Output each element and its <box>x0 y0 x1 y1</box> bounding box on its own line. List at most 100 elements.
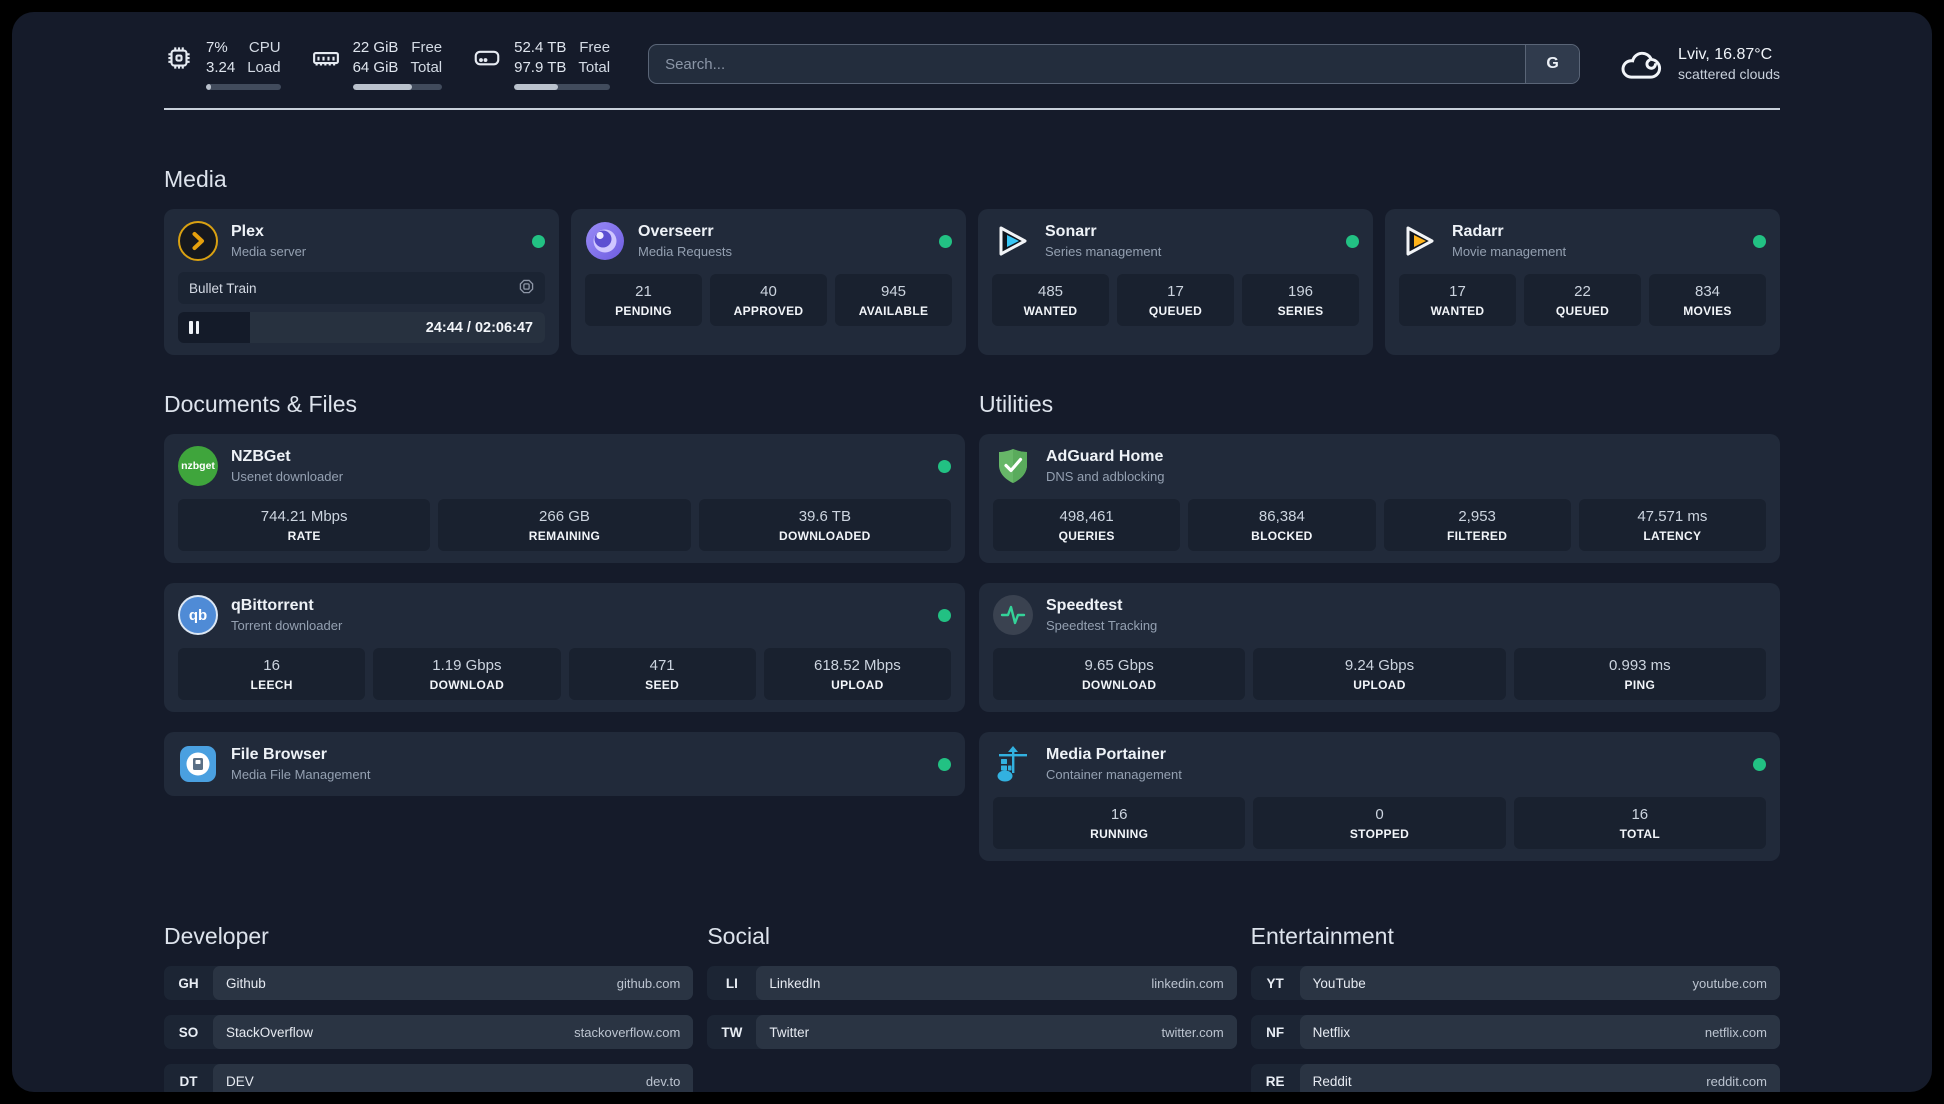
stat-label: QUERIES <box>1058 529 1115 543</box>
stat-label: DOWNLOAD <box>1081 678 1157 692</box>
stat-value: 945 <box>880 283 907 300</box>
playback-settings-icon[interactable] <box>519 279 534 297</box>
app-name: qBittorrent <box>231 597 314 614</box>
search-input[interactable] <box>649 45 1526 83</box>
nzbget-icon: nzbget <box>178 446 218 486</box>
stat-value: 86,384 <box>1258 508 1305 525</box>
cpu-load-value: 3.24 <box>206 58 236 76</box>
section-developer: Developer GH Github github.com SO StackO… <box>164 923 694 1092</box>
app-card-radarr[interactable]: Radarr Movie management 17 WANTED 22 QUE… <box>1385 209 1780 355</box>
stat-value: 9.24 Gbps <box>1344 657 1415 674</box>
app-name: AdGuard Home <box>1046 448 1164 465</box>
stat-value: 16 <box>263 657 280 674</box>
stat-label: SEED <box>645 678 680 692</box>
app-card-overseerr[interactable]: Overseerr Media Requests 21 PENDING 40 A… <box>571 209 966 355</box>
stat-tile: 1.19 Gbps DOWNLOAD <box>373 648 561 700</box>
link-url: youtube.com <box>1692 975 1767 991</box>
app-card-speedtest[interactable]: Speedtest Speedtest Tracking 9.65 Gbps D… <box>979 583 1780 712</box>
app-card-sonarr[interactable]: Sonarr Series management 485 WANTED 17 Q… <box>978 209 1373 355</box>
app-name: Overseerr <box>638 223 714 240</box>
app-card-filebrowser[interactable]: File Browser Media File Management <box>164 732 965 796</box>
link-abbr: GH <box>178 975 199 991</box>
section-entertainment: Entertainment YT YouTube youtube.com NF … <box>1250 923 1780 1092</box>
stat-value: 0.993 ms <box>1608 657 1671 674</box>
link-name: YouTube <box>1312 975 1366 991</box>
stat-label: APPROVED <box>733 304 804 318</box>
link-name: DEV <box>226 1073 254 1089</box>
stat-tile: 47.571 ms LATENCY <box>1578 499 1766 551</box>
stat-value: 1.19 Gbps <box>432 657 502 674</box>
section-media: Media Plex Media server Bullet Train 24:… <box>12 166 1932 355</box>
status-dot <box>1346 234 1359 248</box>
app-card-portainer[interactable]: Media Portainer Container management 16 … <box>979 732 1780 861</box>
stat-label: STOPPED <box>1349 827 1410 841</box>
link-name: Netflix <box>1312 1024 1351 1040</box>
disk-free-value: 52.4 TB <box>514 39 567 56</box>
app-name: Radarr <box>1452 223 1504 240</box>
stat-value: 21 <box>635 283 652 300</box>
stat-value: 39.6 TB <box>798 508 851 525</box>
stat-label: BLOCKED <box>1251 529 1313 543</box>
app-description: Series management <box>1045 244 1162 259</box>
stat-tile: 22 QUEUED <box>1524 274 1641 326</box>
stat-tile: 86,384 BLOCKED <box>1188 499 1376 551</box>
status-dot <box>938 459 951 473</box>
cpu-value: 7% <box>206 39 228 56</box>
link-row-netflix[interactable]: NF Netflix netflix.com <box>1250 1015 1780 1049</box>
app-description: Speedtest Tracking <box>1046 618 1158 633</box>
cpu-load-label: Load <box>247 58 281 76</box>
status-dot <box>1753 757 1766 771</box>
social-section-title: Social <box>707 923 770 949</box>
stat-value: 16 <box>1110 806 1128 823</box>
stat-value: 17 <box>1167 283 1184 300</box>
link-row-youtube[interactable]: YT YouTube youtube.com <box>1250 966 1780 1000</box>
cpu-stat: 7% 3.24 CPU Load <box>164 38 281 90</box>
pause-icon[interactable] <box>189 321 199 334</box>
stat-label: RUNNING <box>1090 827 1149 841</box>
stat-tile: 40 APPROVED <box>710 274 827 326</box>
stat-tile: 0 STOPPED <box>1253 797 1506 849</box>
stat-label: DOWNLOAD <box>429 678 505 692</box>
app-name: Sonarr <box>1045 223 1097 240</box>
app-name: Speedtest <box>1046 597 1123 614</box>
link-abbr: DT <box>179 1073 198 1089</box>
stat-value: 47.571 ms <box>1637 508 1708 525</box>
stat-tile: 9.24 Gbps UPLOAD <box>1253 648 1506 700</box>
stat-value: 618.52 Mbps <box>814 657 901 674</box>
app-card-nzbget[interactable]: nzbget NZBGet Usenet downloader 744.21 M… <box>164 434 965 563</box>
stat-tile: 266 GB REMAINING <box>438 499 691 551</box>
link-abbr: TW <box>721 1024 743 1040</box>
link-name: Github <box>226 975 266 991</box>
app-card-adguard[interactable]: AdGuard Home DNS and adblocking 498,461 … <box>979 434 1780 563</box>
link-row-github[interactable]: GH Github github.com <box>164 966 694 1000</box>
app-description: Media File Management <box>231 767 371 782</box>
search-engine-button[interactable]: G <box>1525 45 1580 83</box>
app-card-qbittorrent[interactable]: qb qBittorrent Torrent downloader 16 LEE… <box>164 583 965 712</box>
link-name: LinkedIn <box>769 975 821 991</box>
link-row-dev[interactable]: DT DEV dev.to <box>164 1064 694 1092</box>
link-row-linkedin[interactable]: LI LinkedIn linkedin.com <box>707 966 1237 1000</box>
speedtest-icon <box>993 595 1033 635</box>
section-utilities: Utilities AdGuard Home DNS and adblockin… <box>979 391 1780 861</box>
link-row-stackoverflow[interactable]: SO StackOverflow stackoverflow.com <box>164 1015 694 1049</box>
qbittorrent-icon: qb <box>178 595 218 635</box>
stat-value: 9.65 Gbps <box>1084 657 1154 674</box>
overseerr-icon <box>585 221 625 261</box>
stat-label: PING <box>1624 678 1656 692</box>
disk-stat: 52.4 TB 97.9 TB Free Total <box>472 38 611 90</box>
playback-progressbar[interactable]: 24:44 / 02:06:47 <box>178 312 545 343</box>
stat-value: 2,953 <box>1458 508 1496 525</box>
link-url: reddit.com <box>1706 1073 1767 1089</box>
stat-label: DOWNLOADED <box>778 529 871 543</box>
link-row-twitter[interactable]: TW Twitter twitter.com <box>707 1015 1237 1049</box>
stat-value: 17 <box>1449 283 1466 300</box>
disk-icon <box>472 43 502 73</box>
link-row-reddit[interactable]: RE Reddit reddit.com <box>1250 1064 1780 1092</box>
stat-tile: 471 SEED <box>568 648 756 700</box>
link-url: linkedin.com <box>1151 975 1224 991</box>
section-documents: Documents & Files nzbget NZBGet Usenet d… <box>164 391 965 861</box>
stat-label: REMAINING <box>528 529 601 543</box>
stat-value: 0 <box>1375 806 1384 823</box>
app-card-plex[interactable]: Plex Media server Bullet Train 24:44 / 0… <box>164 209 559 355</box>
link-url: stackoverflow.com <box>574 1024 681 1040</box>
